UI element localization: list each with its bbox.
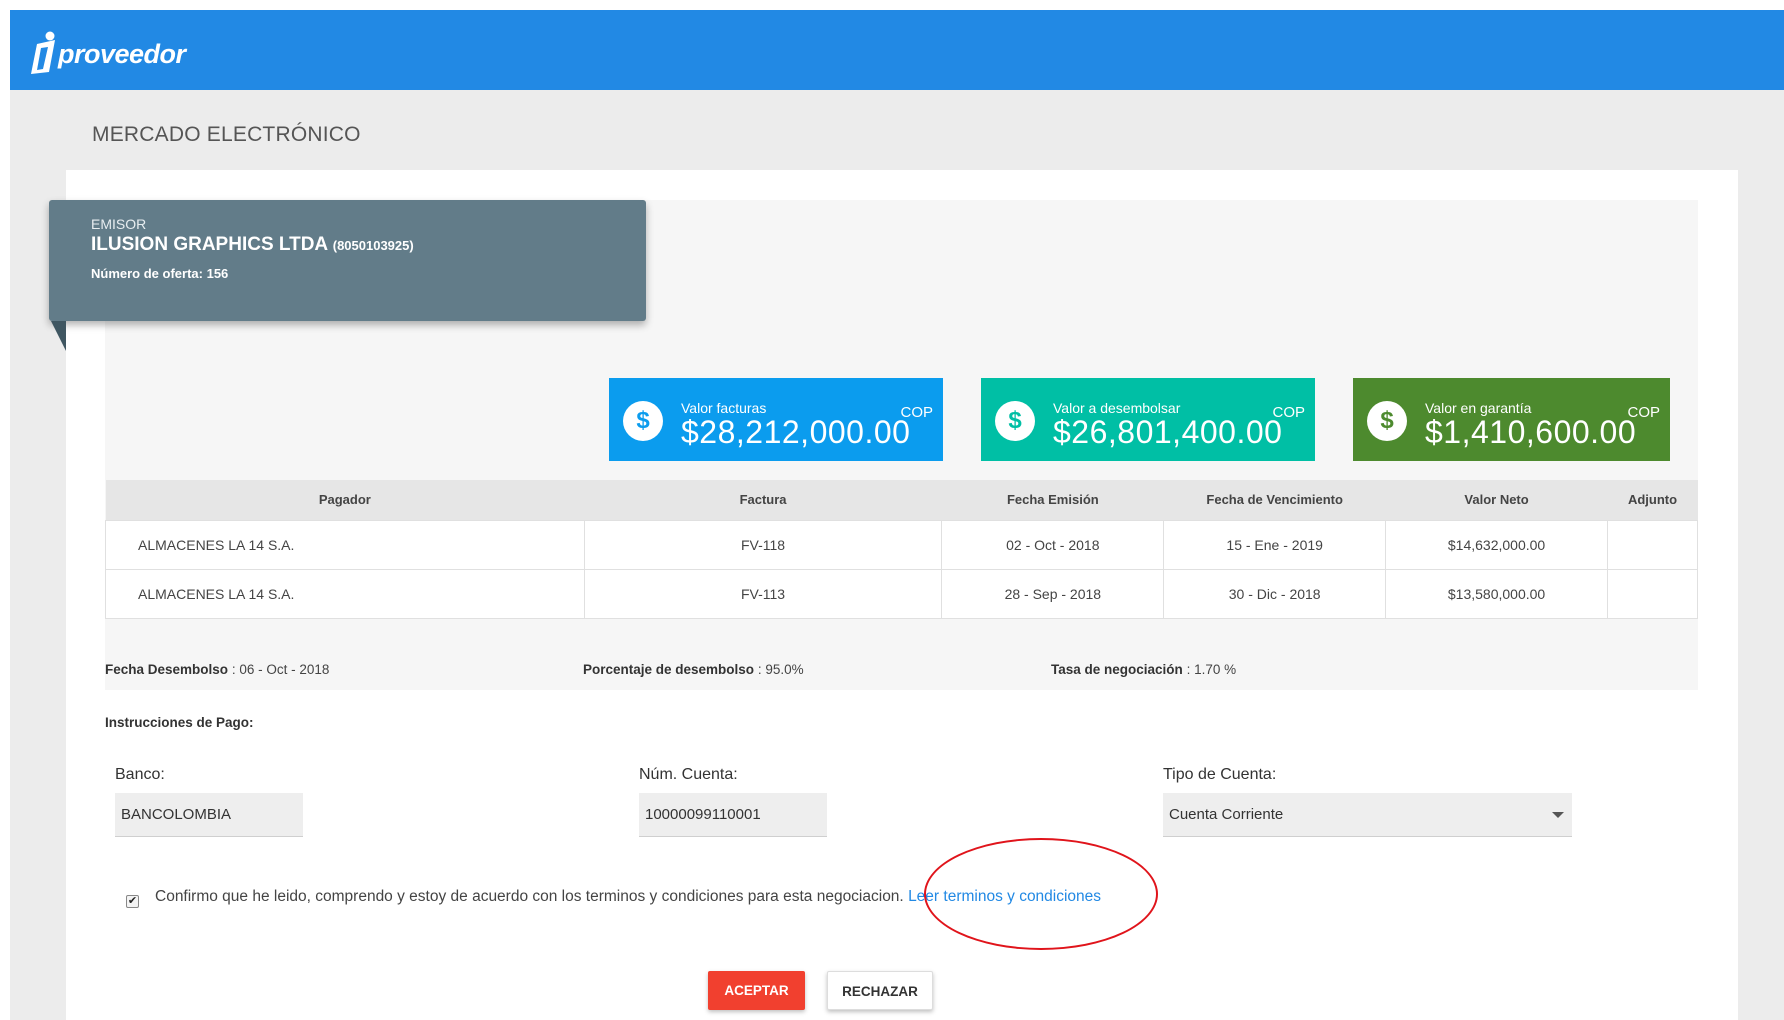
stat-value: $1,410,600.00 — [1425, 414, 1637, 450]
emisor-label: EMISOR — [91, 216, 147, 232]
col-header-fecha-vencimiento: Fecha de Vencimiento — [1163, 480, 1386, 520]
logo-mark-icon — [28, 30, 58, 74]
chevron-down-icon — [1552, 812, 1564, 818]
emisor-nit: (8050103925) — [332, 238, 414, 253]
col-header-factura: Factura — [584, 480, 942, 520]
terms-checkbox[interactable]: ✔ — [126, 895, 139, 908]
iproveedor-logo[interactable]: proveedor — [28, 30, 186, 74]
summary-value: : 95.0% — [757, 662, 804, 677]
app-window: proveedor MERCADO ELECTRÓNICO EMISOR ILU… — [10, 10, 1784, 1020]
stat-valor-desembolsar: $ Valor a desembolsar $26,801,400.00 COP — [981, 378, 1315, 461]
top-bar: proveedor — [10, 10, 1784, 90]
cell-fecha-emision: 02 - Oct - 2018 — [941, 519, 1165, 570]
payment-instructions-title: Instrucciones de Pago: — [105, 715, 254, 730]
col-header-valor-neto: Valor Neto — [1385, 480, 1608, 520]
summary-label: Porcentaje de desembolso — [583, 662, 755, 677]
tipo-cuenta-value: Cuenta Corriente — [1169, 806, 1284, 823]
cell-fecha-vencimiento: 30 - Dic - 2018 — [1163, 568, 1387, 619]
col-header-fecha-emision: Fecha Emisión — [941, 480, 1164, 520]
emisor-name: ILUSION GRAPHICS LTDA — [91, 234, 328, 255]
cell-valor-neto: $14,632,000.00 — [1385, 519, 1608, 570]
stat-value: $26,801,400.00 — [1053, 414, 1283, 450]
offer-number: 156 — [206, 266, 229, 281]
banco-label: Banco: — [115, 766, 165, 783]
emisor-name-row: ILUSION GRAPHICS LTDA (8050103925) — [91, 234, 604, 256]
logo-text: proveedor — [58, 38, 186, 69]
cuenta-field[interactable]: 10000099110001 — [639, 793, 827, 837]
cell-adjunto[interactable] — [1607, 568, 1698, 619]
annotation-circle — [924, 838, 1158, 950]
offer-card: EMISOR ILUSION GRAPHICS LTDA (8050103925… — [49, 170, 1738, 1020]
offer-number-label: Número de oferta: — [91, 266, 203, 281]
cuenta-label: Núm. Cuenta: — [639, 766, 738, 783]
page-title: MERCADO ELECTRÓNICO — [92, 123, 361, 146]
summary-value: : 06 - Oct - 2018 — [231, 662, 330, 677]
summary-tasa: Tasa de negociación : 1.70 % — [1051, 662, 1236, 677]
dollar-icon: $ — [1367, 401, 1407, 441]
summary-label: Tasa de negociación — [1051, 662, 1183, 677]
col-header-adjunto: Adjunto — [1607, 480, 1698, 520]
summary-label: Fecha Desembolso — [105, 662, 229, 677]
cell-factura: FV-113 — [583, 568, 943, 619]
summary-value: : 1.70 % — [1186, 662, 1237, 677]
tipo-cuenta-label: Tipo de Cuenta: — [1163, 766, 1277, 783]
cell-fecha-emision: 28 - Sep - 2018 — [941, 568, 1165, 619]
stat-currency: COP — [1272, 404, 1305, 421]
reject-button[interactable]: RECHAZAR — [827, 971, 933, 1010]
cell-pagador: ALMACENES LA 14 S.A. — [105, 519, 585, 570]
cell-factura: FV-118 — [583, 519, 943, 570]
tipo-cuenta-select[interactable]: Cuenta Corriente — [1163, 793, 1572, 837]
summary-porcentaje: Porcentaje de desembolso : 95.0% — [583, 662, 804, 677]
summary-fecha-desembolso: Fecha Desembolso : 06 - Oct - 2018 — [105, 662, 329, 677]
cell-fecha-vencimiento: 15 - Ene - 2019 — [1163, 519, 1387, 570]
offer-number-row: Número de oferta: 156 — [91, 266, 604, 281]
emisor-panel: EMISOR ILUSION GRAPHICS LTDA (8050103925… — [49, 200, 646, 321]
dollar-icon: $ — [995, 401, 1035, 441]
stat-valor-facturas: $ Valor facturas $28,212,000.00 COP — [609, 378, 943, 461]
accept-button[interactable]: ACEPTAR — [708, 971, 805, 1010]
terms-text: Confirmo que he leido, comprendo y estoy… — [155, 888, 904, 905]
stat-value: $28,212,000.00 — [681, 414, 911, 450]
stat-currency: COP — [900, 404, 933, 421]
cell-pagador: ALMACENES LA 14 S.A. — [105, 568, 585, 619]
cell-valor-neto: $13,580,000.00 — [1385, 568, 1608, 619]
stat-valor-garantia: $ Valor en garantía $1,410,600.00 COP — [1353, 378, 1670, 461]
banco-field[interactable]: BANCOLOMBIA — [115, 793, 303, 837]
stat-currency: COP — [1627, 404, 1660, 421]
invoice-table: Pagador Factura Fecha Emisión Fecha de V… — [105, 480, 1698, 619]
table-row[interactable]: ALMACENES LA 14 S.A. FV-118 02 - Oct - 2… — [105, 519, 1698, 570]
table-row[interactable]: ALMACENES LA 14 S.A. FV-113 28 - Sep - 2… — [105, 568, 1698, 619]
dollar-icon: $ — [623, 401, 663, 441]
cell-adjunto[interactable] — [1607, 519, 1698, 570]
emisor-fold — [51, 321, 66, 351]
col-header-pagador: Pagador — [105, 480, 585, 520]
table-header-row: Pagador Factura Fecha Emisión Fecha de V… — [105, 480, 1698, 520]
